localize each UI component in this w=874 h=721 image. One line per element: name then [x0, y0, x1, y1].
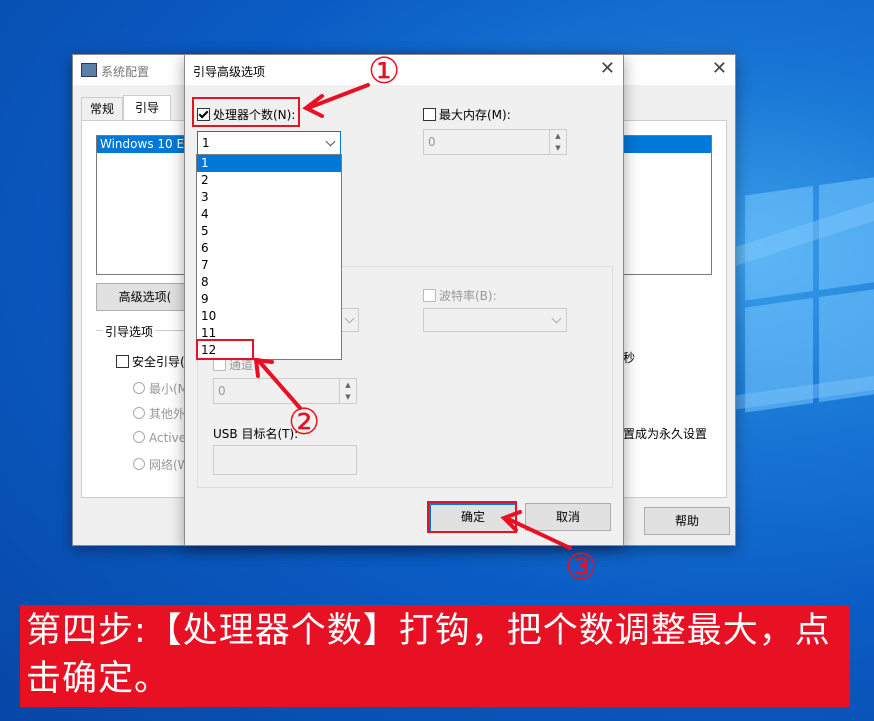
windows-logo-icon	[745, 174, 874, 435]
spin-down-icon[interactable]: ▼	[550, 142, 566, 154]
title-bar: 引导高级选项 ✕	[185, 55, 623, 85]
radio-label: 最小(M	[149, 382, 189, 396]
usb-target-input[interactable]	[213, 445, 357, 475]
close-icon[interactable]: ✕	[712, 59, 727, 79]
baud-rate-dropdown[interactable]	[423, 308, 567, 332]
safe-boot-option[interactable]: 安全引导(	[116, 353, 185, 370]
baud-rate-label: 波特率(B):	[439, 289, 497, 303]
dropdown-option[interactable]: 7	[197, 257, 341, 274]
dropdown-option[interactable]: 2	[197, 172, 341, 189]
field-value: 0	[218, 384, 226, 398]
chevron-down-icon	[325, 136, 336, 147]
tab-general[interactable]: 常规	[81, 97, 123, 120]
safe-boot-checkbox[interactable]	[116, 355, 129, 368]
boot-options-label: 引导选项	[103, 323, 156, 340]
dropdown-option[interactable]: 10	[197, 308, 341, 325]
dropdown-value: 1	[202, 136, 210, 150]
spin-up-icon[interactable]: ▲	[340, 379, 356, 391]
timeout-unit-label: 秒	[623, 351, 636, 365]
button-label: 高级选项(	[118, 290, 172, 304]
radio-active-directory[interactable]: Active	[133, 431, 186, 445]
tab-boot[interactable]: 引导	[123, 95, 171, 122]
max-memory-label: 最大内存(M):	[439, 108, 511, 122]
dropdown-option[interactable]: 8	[197, 274, 341, 291]
boot-entry-label: Windows 10 Er	[100, 137, 189, 151]
tab-label: 常规	[89, 102, 114, 116]
radio-label: 其他外	[149, 407, 186, 421]
app-icon	[81, 63, 97, 77]
radio-network[interactable]: 网络(W	[133, 456, 190, 473]
close-icon[interactable]: ✕	[600, 59, 615, 79]
spinner[interactable]: ▲ ▼	[339, 379, 356, 403]
highlight-ok-button	[427, 501, 517, 533]
radio-button[interactable]	[133, 458, 145, 470]
step-2-marker: ②	[288, 402, 321, 443]
advanced-options-button[interactable]: 高级选项(	[96, 283, 194, 311]
tab-label: 引导	[134, 101, 159, 115]
help-button[interactable]: 帮助	[644, 507, 730, 535]
cancel-button[interactable]: 取消	[525, 503, 611, 531]
step-1-marker: ①	[368, 51, 401, 92]
channel-input[interactable]: 0 ▲ ▼	[213, 378, 357, 404]
radio-label: Active	[149, 431, 187, 445]
dropdown-option[interactable]: 1	[197, 155, 341, 172]
spinner[interactable]: ▲ ▼	[549, 130, 566, 154]
chevron-down-icon	[551, 313, 562, 324]
highlight-option-12	[196, 339, 254, 360]
spin-down-icon[interactable]: ▼	[340, 391, 356, 403]
channel-label: 通道	[229, 358, 254, 372]
safe-boot-label: 安全引导(	[132, 355, 185, 369]
processor-count-options-list[interactable]: 1 2 3 4 5 6 7 8 9 10 11 12	[196, 154, 342, 360]
dropdown-option[interactable]: 4	[197, 206, 341, 223]
max-memory-option[interactable]: 最大内存(M):	[423, 106, 511, 123]
dropdown-option[interactable]: 3	[197, 189, 341, 206]
button-label: 取消	[555, 510, 580, 524]
dialog-title: 引导高级选项	[193, 65, 266, 79]
radio-button[interactable]	[133, 431, 145, 443]
step-3-marker: ③	[565, 547, 598, 588]
radio-minimal[interactable]: 最小(M	[133, 380, 188, 397]
radio-button[interactable]	[133, 382, 145, 394]
chevron-down-icon	[344, 313, 355, 324]
dropdown-option[interactable]: 9	[197, 291, 341, 308]
dropdown-option[interactable]: 5	[197, 223, 341, 240]
highlight-processor-checkbox	[192, 97, 300, 127]
max-memory-input[interactable]: 0 ▲ ▼	[423, 129, 567, 155]
spin-up-icon[interactable]: ▲	[550, 130, 566, 142]
debug-port-dropdown[interactable]	[340, 308, 359, 332]
dropdown-option[interactable]: 6	[197, 240, 341, 257]
processor-count-dropdown[interactable]: 1	[197, 131, 341, 155]
field-value: 0	[428, 135, 436, 149]
max-memory-checkbox[interactable]	[423, 108, 436, 121]
radio-other-shell[interactable]: 其他外	[133, 405, 185, 422]
baud-rate-option[interactable]: 波特率(B):	[423, 287, 497, 304]
radio-button[interactable]	[133, 407, 145, 419]
usb-target-label: USB 目标名(T):	[213, 427, 299, 441]
window-title: 系统配置	[101, 65, 150, 79]
button-label: 帮助	[674, 514, 699, 528]
instruction-caption: 第四步:【处理器个数】打钩，把个数调整最大，点击确定。	[20, 605, 850, 707]
make-permanent-label: 置成为永久设置	[623, 427, 708, 441]
baud-rate-checkbox[interactable]	[423, 289, 436, 302]
